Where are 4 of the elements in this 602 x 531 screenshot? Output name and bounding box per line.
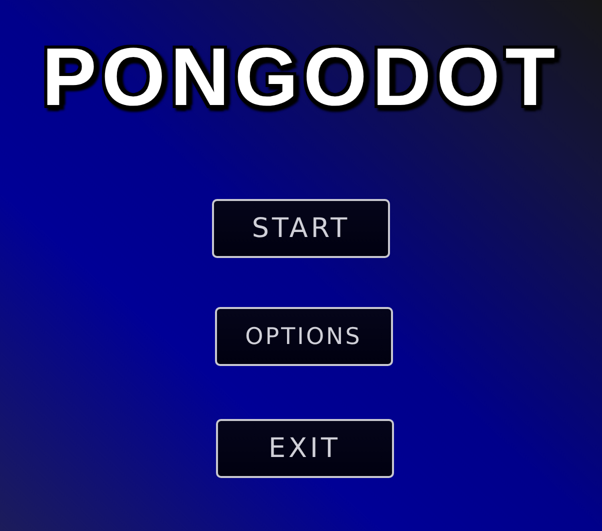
menu-button[interactable]: START	[212, 199, 390, 258]
menu-button[interactable]: EXIT	[216, 419, 394, 478]
menu-button[interactable]: OPTIONS	[214, 307, 392, 366]
game-title: PONGODOT	[42, 36, 560, 120]
